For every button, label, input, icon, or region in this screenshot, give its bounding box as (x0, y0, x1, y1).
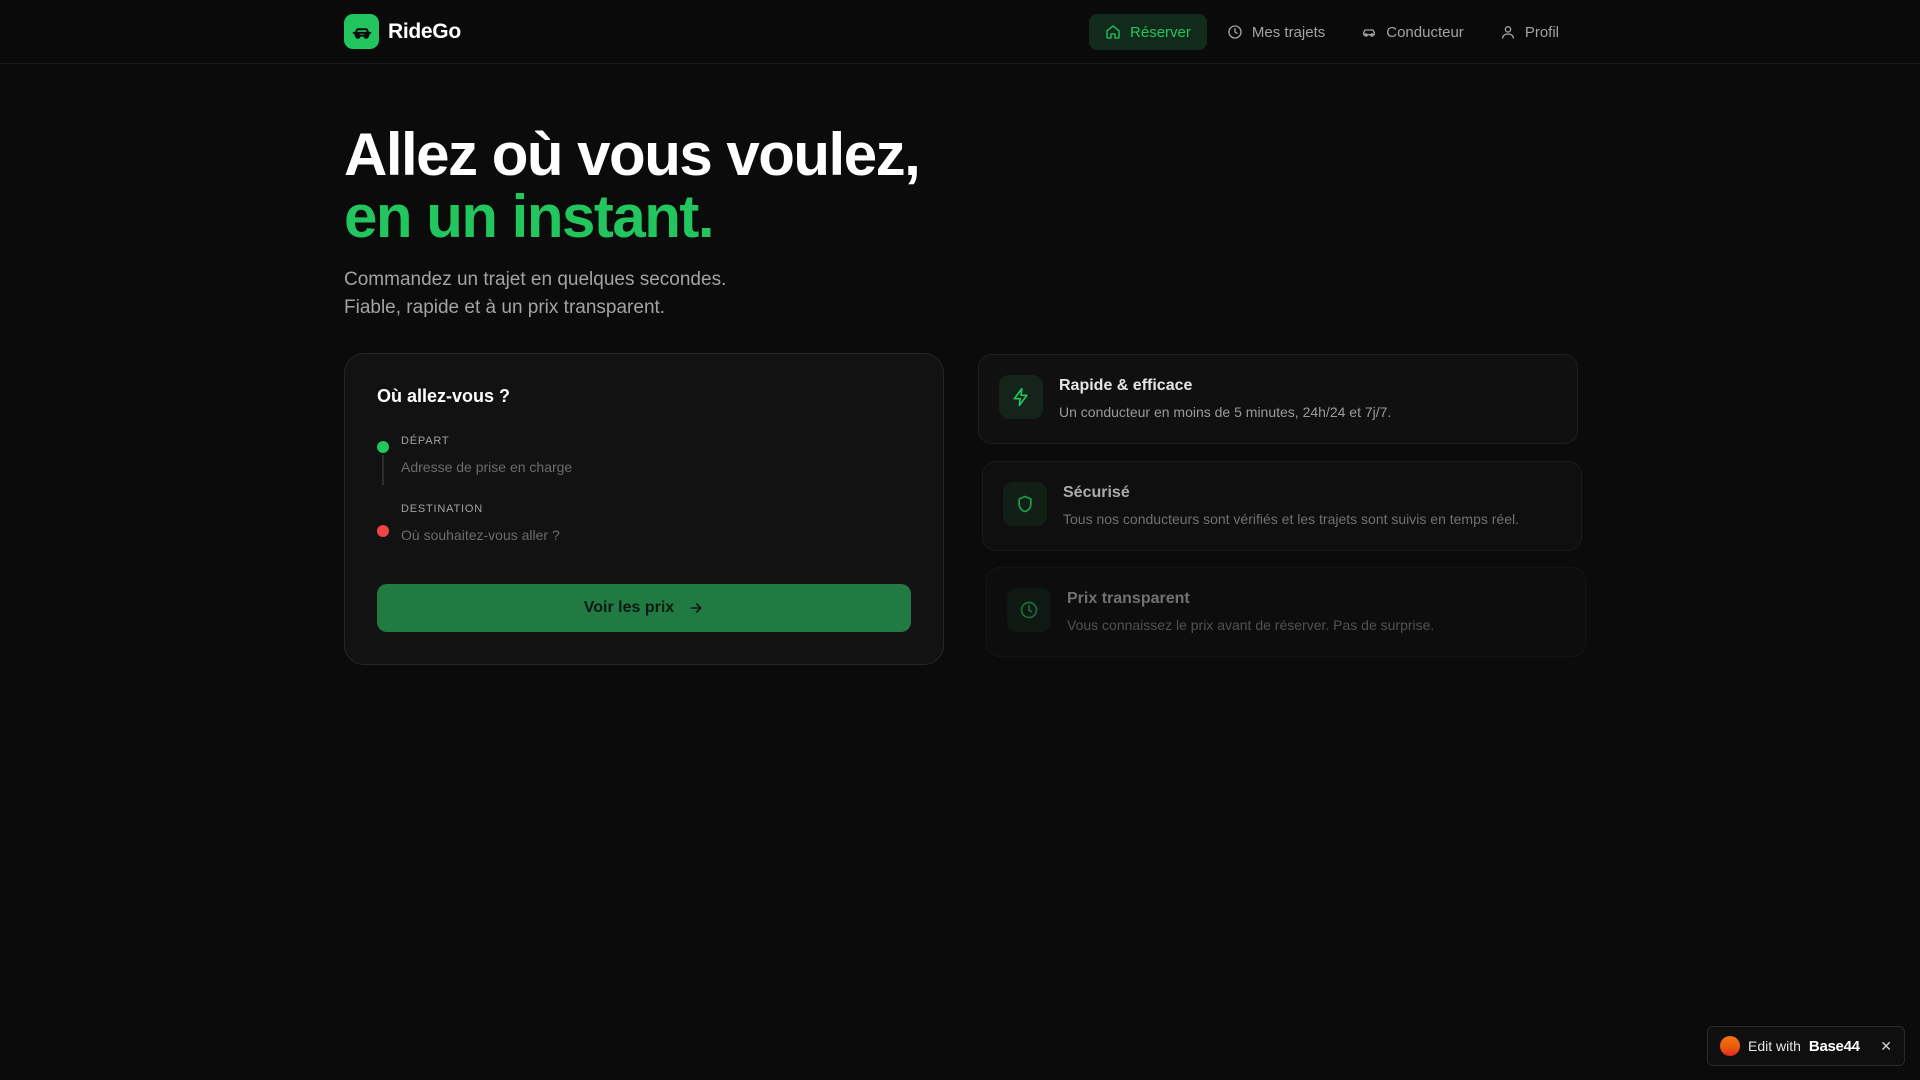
feature-title: Sécurisé (1063, 484, 1130, 501)
top-navigation-bar: RideGo Réserver Mes trajets Conducteur P… (0, 0, 1920, 64)
nav-label: Mes trajets (1251, 23, 1326, 41)
destination-label: DESTINATION (401, 503, 483, 515)
hero-subtitle: Commandez un trajet en quelques secondes… (344, 269, 727, 318)
departure-input[interactable] (401, 459, 901, 475)
car-icon (1363, 29, 1376, 37)
feature-description: Un conducteur en moins de 5 minutes, 24h… (1059, 404, 1392, 420)
user-icon (1501, 26, 1514, 39)
nav-label: Conducteur (1386, 23, 1464, 41)
departure-label: DÉPART (401, 435, 450, 447)
clock-icon (1007, 588, 1051, 632)
close-icon[interactable]: ✕ (1880, 1038, 1892, 1055)
feature-card-fast: Rapide & efficace Un conducteur en moins… (978, 354, 1578, 444)
departure-field: DÉPART (377, 435, 911, 500)
nav-item-conducteur[interactable]: Conducteur (1345, 14, 1480, 50)
feature-title: Rapide & efficace (1059, 377, 1193, 394)
nav-item-mes-trajets[interactable]: Mes trajets (1211, 14, 1341, 50)
destination-dot-icon (377, 525, 389, 537)
nav-label: Réserver (1130, 23, 1191, 41)
hero-section: Allez où vous voulez, en un instant. Com… (344, 121, 921, 322)
destination-input[interactable] (401, 527, 901, 543)
booking-card: Où allez-vous ? DÉPART DESTINATION Voir … (344, 353, 944, 665)
home-icon (1106, 25, 1120, 39)
badge-brand: Base44 (1808, 1037, 1860, 1055)
route-connector (382, 455, 384, 485)
feature-description: Tous nos conducteurs sont vérifiés et le… (1063, 511, 1519, 527)
nav-label: Profil (1524, 23, 1559, 41)
see-prices-label: Voir les prix (583, 599, 675, 616)
clock-icon (1228, 25, 1242, 39)
brand-name: RideGo (388, 19, 461, 43)
feature-title: Prix transparent (1067, 590, 1190, 607)
edit-with-base44-badge[interactable]: Edit with Base44 ✕ (1707, 1026, 1905, 1066)
car-logo-icon (344, 14, 379, 49)
base44-logo-icon (1720, 1036, 1740, 1056)
feature-description: Vous connaissez le prix avant de réserve… (1067, 617, 1435, 633)
badge-prefix: Edit with (1748, 1038, 1801, 1054)
see-prices-button[interactable]: Voir les prix (377, 584, 911, 632)
nav-item-profil[interactable]: Profil (1484, 14, 1575, 50)
brand[interactable]: RideGo (344, 14, 461, 49)
nav-item-reserver[interactable]: Réserver (1089, 14, 1207, 50)
hero-title-accent: en un instant. (344, 183, 715, 250)
departure-dot-icon (377, 441, 389, 453)
booking-title: Où allez-vous ? (377, 386, 511, 406)
bolt-icon (999, 375, 1043, 419)
main-nav: Réserver Mes trajets Conducteur Profil (1089, 14, 1575, 50)
feature-card-price: Prix transparent Vous connaissez le prix… (986, 567, 1586, 657)
hero-title: Allez où vous voulez, (344, 121, 921, 188)
arrow-right-icon (690, 603, 702, 613)
destination-field: DESTINATION (377, 503, 911, 568)
shield-icon (1003, 482, 1047, 526)
feature-card-secure: Sécurisé Tous nos conducteurs sont vérif… (982, 461, 1582, 551)
